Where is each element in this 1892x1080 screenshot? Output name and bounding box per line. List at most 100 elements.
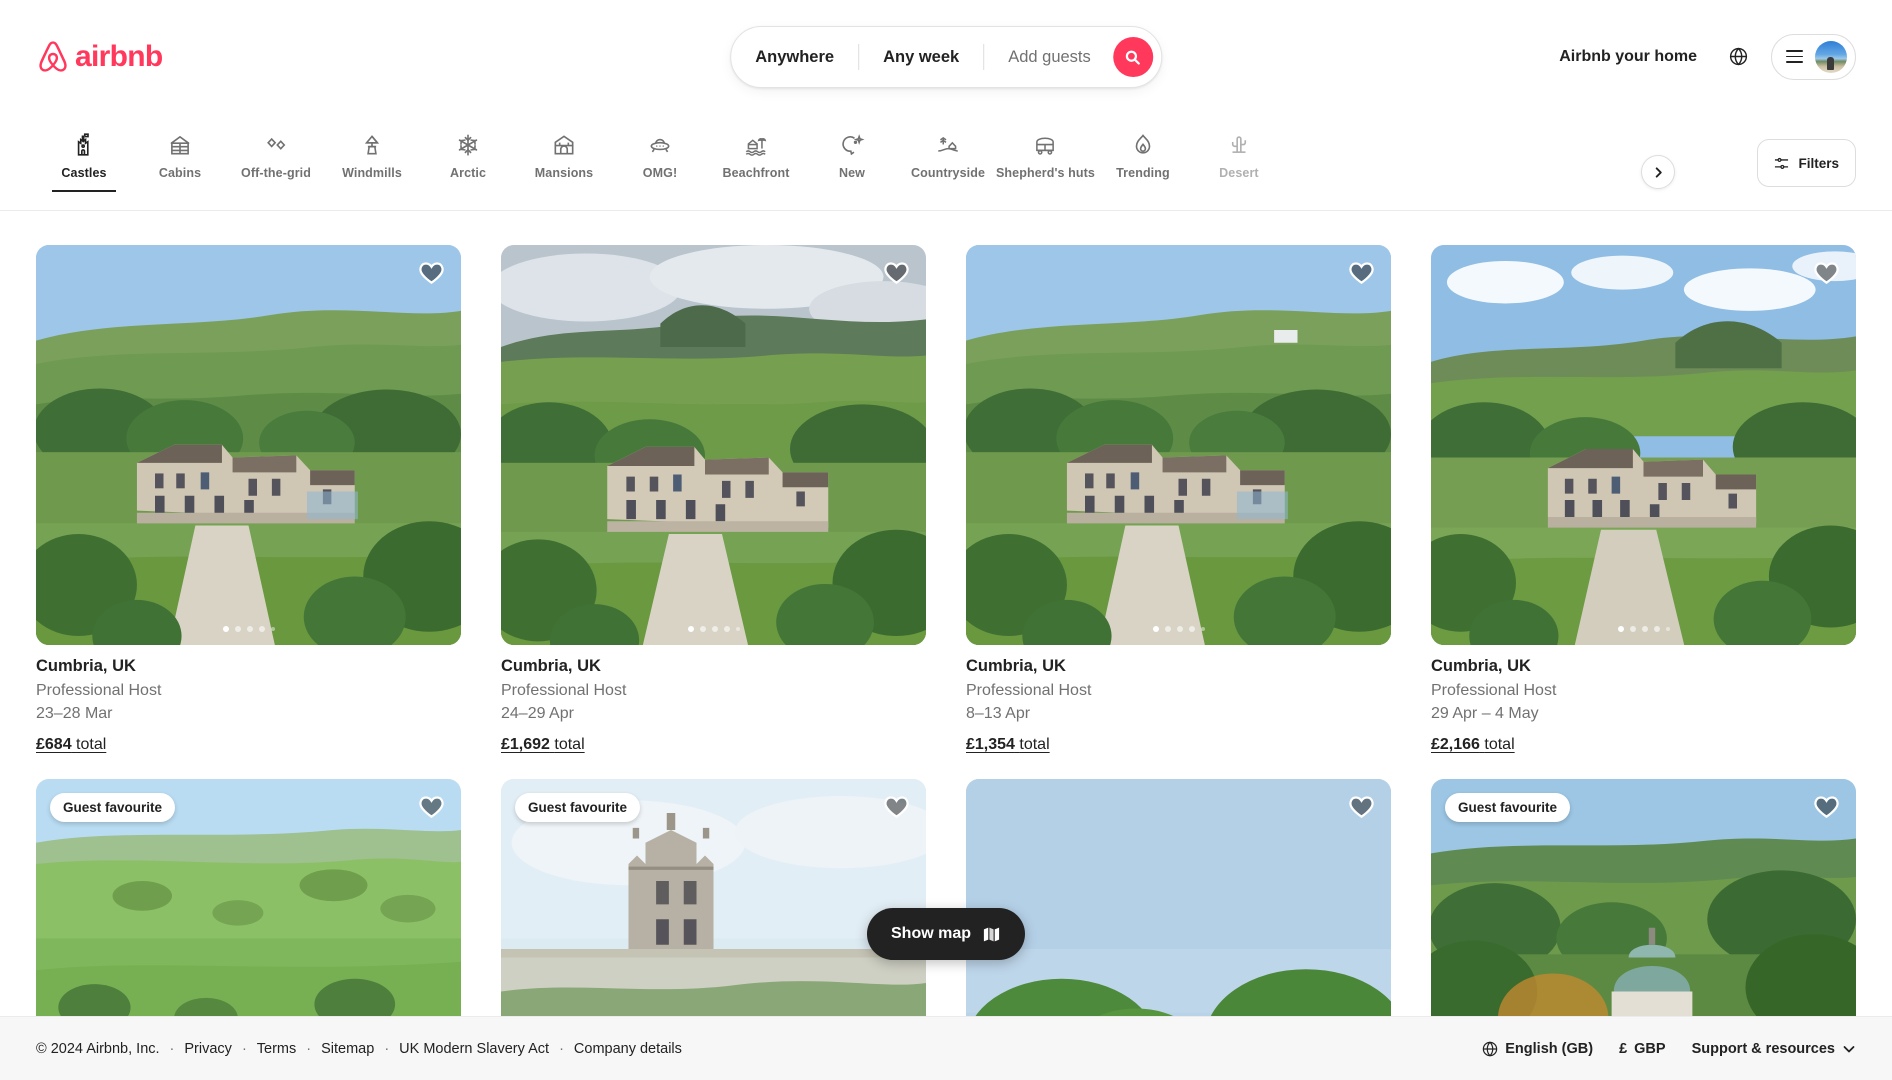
profile-menu-button[interactable] (1771, 34, 1856, 80)
listing-card[interactable]: Cumbria, UK Professional Host 8–13 Apr £… (966, 245, 1391, 755)
favorite-heart-icon[interactable] (1813, 793, 1840, 820)
filters-button[interactable]: Filters (1757, 139, 1856, 187)
footer-link-modern-slavery-act[interactable]: UK Modern Slavery Act (399, 1041, 549, 1057)
castle-icon (71, 132, 97, 158)
favorite-heart-icon[interactable] (1348, 793, 1375, 820)
listing-price-suffix: total (554, 736, 584, 753)
airbnb-your-home-link[interactable]: Airbnb your home (1543, 36, 1713, 78)
listing-image[interactable] (1431, 245, 1856, 645)
filters-label: Filters (1798, 156, 1839, 171)
flame-icon (1130, 132, 1156, 158)
listing-info: Cumbria, UK Professional Host 29 Apr – 4… (1431, 645, 1856, 755)
category-shepherds-huts[interactable]: Shepherd's huts (996, 124, 1095, 192)
header-right-actions: Airbnb your home (1543, 34, 1856, 80)
category-beachfront[interactable]: Beachfront (708, 124, 804, 192)
category-list: Castles Cabins Off-the-grid Windmills (36, 113, 1757, 192)
footer-separator: · (242, 1041, 247, 1057)
categories-next-button[interactable] (1641, 155, 1675, 189)
image-carousel-dots (1153, 626, 1205, 632)
listing-info: Cumbria, UK Professional Host 24–29 Apr … (501, 645, 926, 755)
airbnb-logo[interactable]: airbnb (36, 39, 162, 75)
listing-photo-castle-3 (966, 245, 1391, 645)
show-map-button[interactable]: Show map (867, 908, 1025, 960)
favorite-heart-icon[interactable] (1348, 259, 1375, 286)
category-label: Off-the-grid (241, 166, 311, 180)
airbnb-bello-icon (36, 39, 70, 75)
chevron-right-icon (1653, 167, 1664, 178)
cabin-icon (167, 132, 193, 158)
mansion-icon (551, 132, 577, 158)
favorite-heart-icon[interactable] (1813, 259, 1840, 286)
globe-icon (1482, 1041, 1498, 1057)
listing-dates: 23–28 Mar (36, 703, 461, 724)
search-bar[interactable]: Anywhere Any week Add guests (730, 26, 1162, 88)
footer-separator: · (170, 1041, 175, 1057)
category-omg[interactable]: OMG! (612, 124, 708, 192)
search-location-segment[interactable]: Anywhere (731, 48, 858, 67)
listing-info: Cumbria, UK Professional Host 8–13 Apr £… (966, 645, 1391, 755)
category-label: New (839, 166, 865, 180)
show-map-label: Show map (891, 925, 971, 943)
listing-image[interactable] (36, 245, 461, 645)
listing-title: Cumbria, UK (1431, 656, 1856, 678)
listing-dates: 29 Apr – 4 May (1431, 703, 1856, 724)
footer-link-company-details[interactable]: Company details (574, 1041, 682, 1057)
category-cabins[interactable]: Cabins (132, 124, 228, 192)
category-mansions[interactable]: Mansions (516, 124, 612, 192)
listing-card[interactable]: Cumbria, UK Professional Host 29 Apr – 4… (1431, 245, 1856, 755)
footer-currency-selector[interactable]: £ GBP (1619, 1041, 1666, 1057)
category-off-the-grid[interactable]: Off-the-grid (228, 124, 324, 192)
category-windmills[interactable]: Windmills (324, 124, 420, 192)
listing-host: Professional Host (36, 680, 461, 701)
footer-preferences: English (GB) £ GBP Support & resources (1482, 1041, 1856, 1057)
category-label: Shepherd's huts (996, 166, 1095, 180)
category-label: Cabins (159, 166, 201, 180)
filters-sliders-icon (1774, 156, 1789, 171)
language-globe-button[interactable] (1717, 36, 1759, 78)
favorite-heart-icon[interactable] (883, 793, 910, 820)
favorite-heart-icon[interactable] (418, 259, 445, 286)
listing-image[interactable] (966, 245, 1391, 645)
snowflake-icon (455, 132, 481, 158)
category-castles[interactable]: Castles (36, 124, 132, 192)
listing-price-amount: £2,166 (1431, 736, 1480, 753)
guest-favourite-badge: Guest favourite (515, 793, 640, 822)
ufo-icon (647, 132, 673, 158)
footer-link-privacy[interactable]: Privacy (184, 1041, 232, 1057)
listing-host: Professional Host (501, 680, 926, 701)
listing-card[interactable]: Cumbria, UK Professional Host 24–29 Apr … (501, 245, 926, 755)
footer-support-menu[interactable]: Support & resources (1692, 1041, 1856, 1057)
search-submit-button[interactable] (1113, 37, 1153, 77)
footer-link-sitemap[interactable]: Sitemap (321, 1041, 374, 1057)
image-carousel-dots (688, 626, 740, 632)
listing-card[interactable]: Cumbria, UK Professional Host 23–28 Mar … (36, 245, 461, 755)
listing-price-amount: £1,692 (501, 736, 550, 753)
footer-language-selector[interactable]: English (GB) (1482, 1041, 1593, 1057)
footer-separator: · (306, 1041, 311, 1057)
category-desert[interactable]: Desert (1191, 124, 1287, 192)
category-arctic[interactable]: Arctic (420, 124, 516, 192)
category-new[interactable]: New (804, 124, 900, 192)
category-trending[interactable]: Trending (1095, 124, 1191, 192)
favorite-heart-icon[interactable] (883, 259, 910, 286)
category-label: Windmills (342, 166, 402, 180)
beachfront-icon (743, 132, 769, 158)
footer-copyright: © 2024 Airbnb, Inc. (36, 1041, 160, 1057)
guest-favourite-badge: Guest favourite (1445, 793, 1570, 822)
listing-image[interactable] (501, 245, 926, 645)
footer-language-label: English (GB) (1505, 1041, 1593, 1057)
listing-photo-castle-2 (501, 245, 926, 645)
footer-separator: · (384, 1041, 389, 1057)
favorite-heart-icon[interactable] (418, 793, 445, 820)
search-dates-segment[interactable]: Any week (859, 48, 983, 67)
footer-link-terms[interactable]: Terms (257, 1041, 296, 1057)
category-label: Mansions (535, 166, 593, 180)
footer-separator: · (559, 1041, 564, 1057)
new-sparkle-icon (839, 132, 865, 158)
category-countryside[interactable]: Countryside (900, 124, 996, 192)
image-carousel-dots (1618, 626, 1670, 632)
listing-price-amount: £684 (36, 736, 72, 753)
user-avatar (1815, 41, 1847, 73)
search-guests-segment[interactable]: Add guests (984, 48, 1109, 67)
listing-photo-castle-4 (1431, 245, 1856, 645)
